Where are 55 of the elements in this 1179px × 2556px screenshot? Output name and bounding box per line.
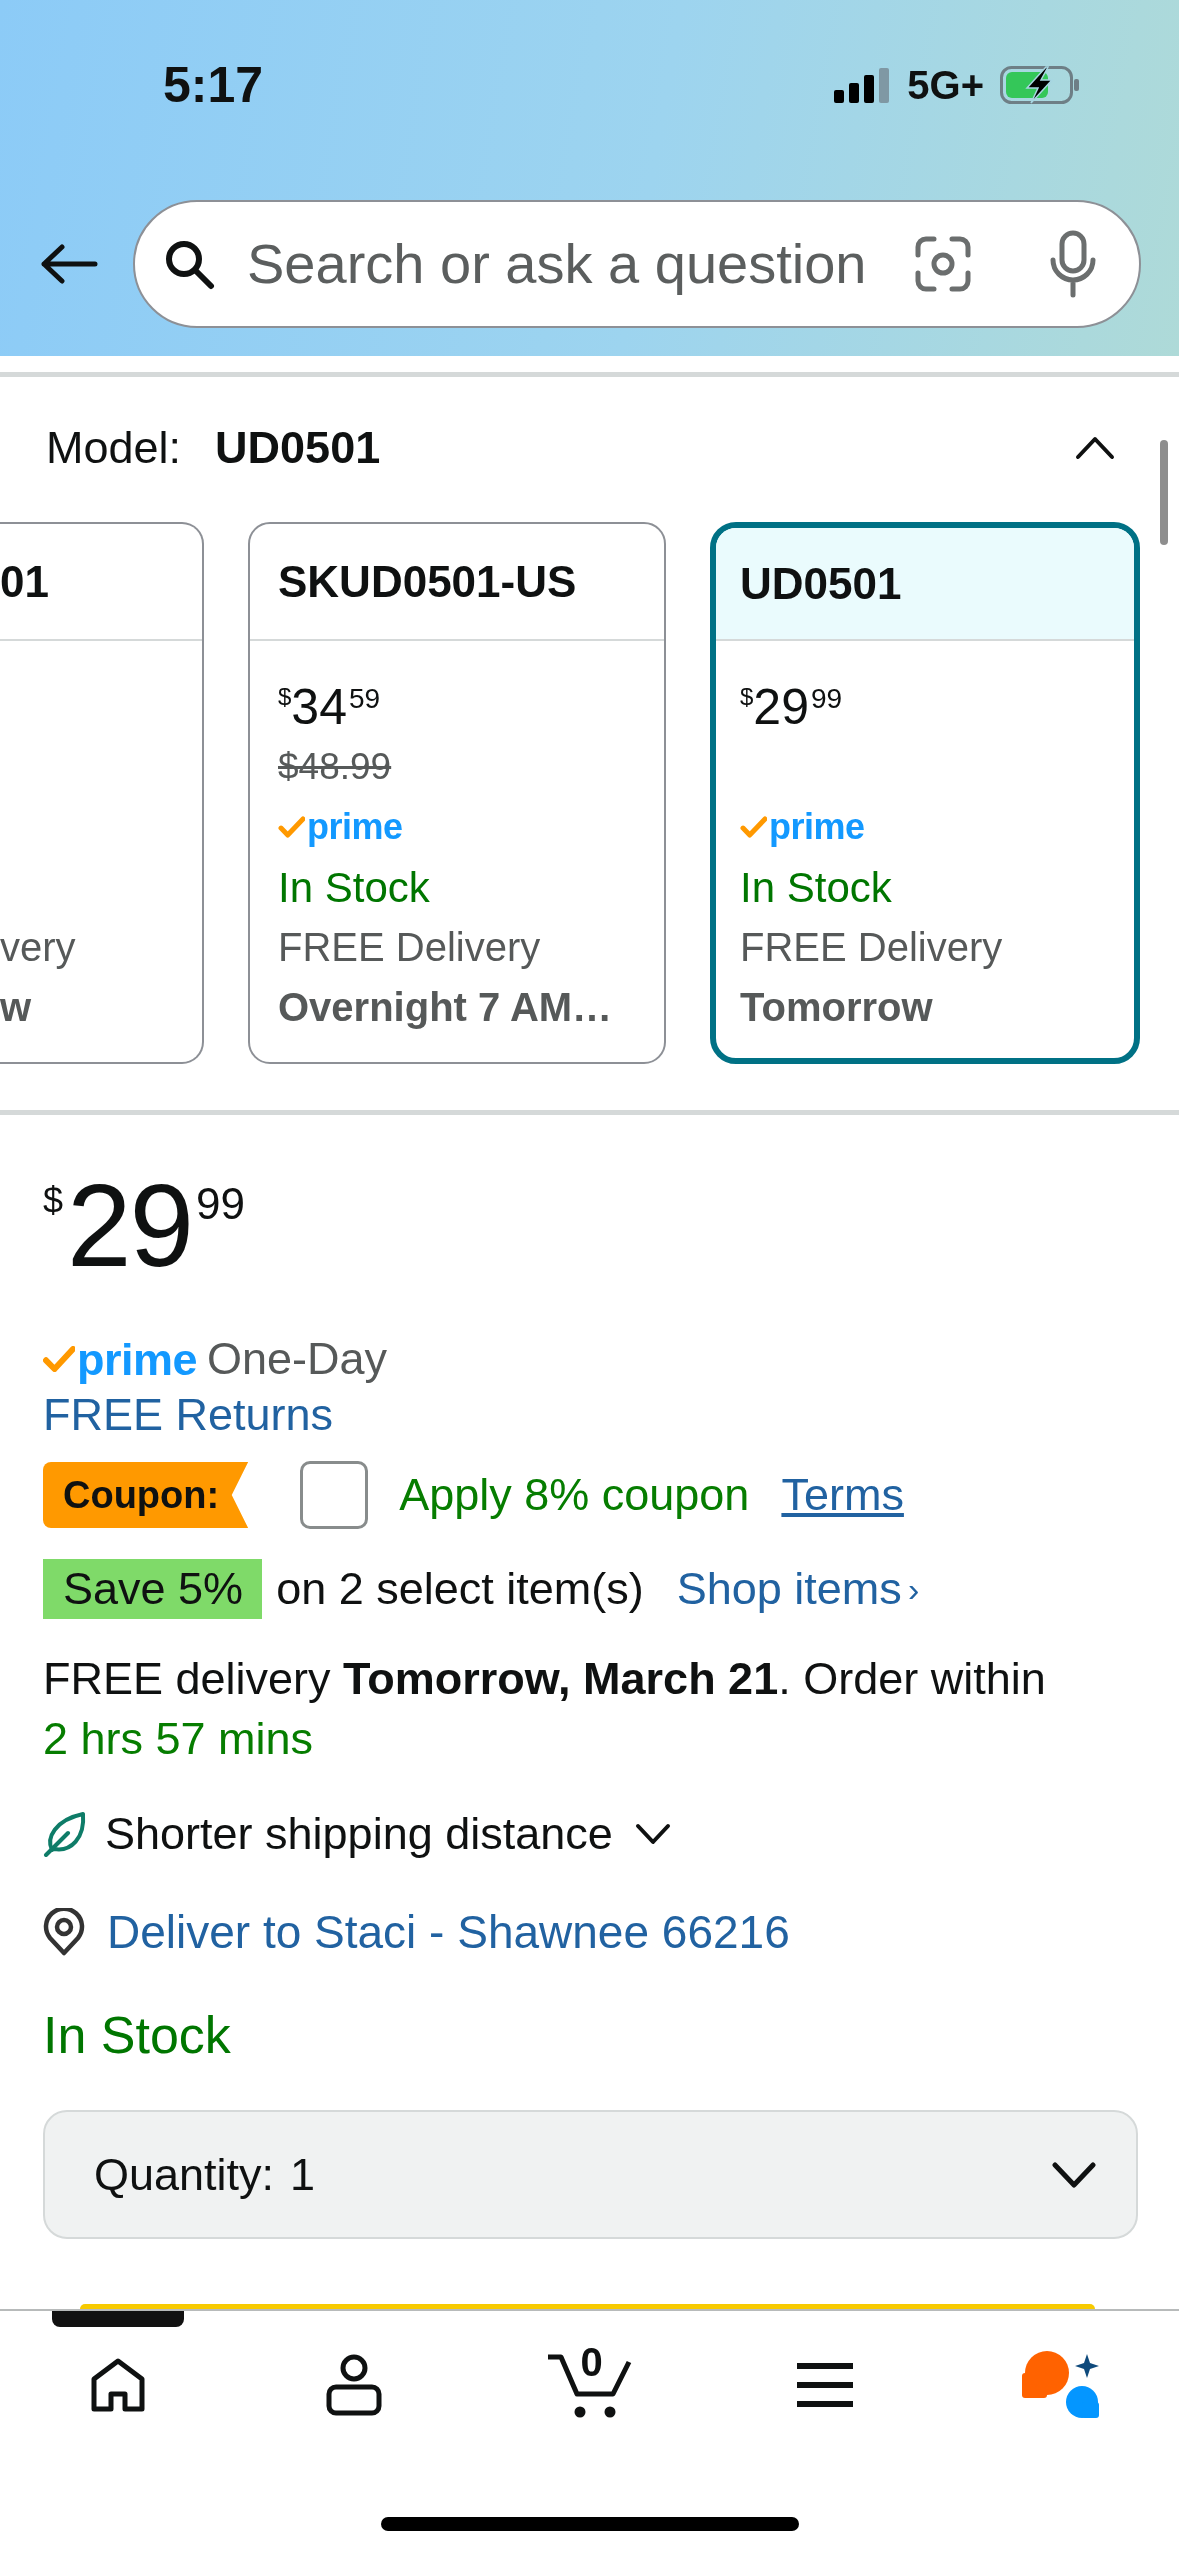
coupon-badge: Coupon:	[43, 1462, 249, 1528]
check-icon	[278, 816, 305, 838]
delivery-label: FREE Delivery	[740, 924, 1003, 971]
terms-link[interactable]: Terms	[781, 1461, 904, 1529]
prime-logo-text: prime	[307, 809, 403, 845]
search-input[interactable]: Search or ask a question	[247, 229, 905, 299]
discount-badge: Save 5%	[43, 1559, 263, 1619]
microphone-icon[interactable]	[1048, 230, 1098, 298]
option-title: 01	[0, 555, 49, 608]
check-icon	[43, 1346, 75, 1372]
checkbox[interactable]	[300, 1461, 369, 1529]
prime-logo-text: prime	[769, 809, 865, 845]
cart-count: 0	[580, 2342, 603, 2382]
leaf-icon	[43, 1811, 87, 1857]
delivery-speed-label: One-Day	[207, 1332, 388, 1387]
stock-status: In Stock	[43, 2005, 231, 2065]
status-time: 5:17	[163, 60, 264, 110]
chevron-up-icon[interactable]	[1075, 436, 1115, 460]
back-icon[interactable]	[40, 244, 98, 284]
chevron-down-icon	[1052, 2161, 1096, 2188]
option-title: UD0501	[740, 557, 902, 610]
shipping-info-toggle[interactable]: Shorter shipping distance	[105, 1800, 671, 1868]
camera-icon[interactable]	[915, 236, 971, 292]
deliver-to-link[interactable]: Deliver to Staci - Shawnee 66216	[107, 1897, 790, 1967]
delivery-date: Overnight 7 AM…	[278, 984, 613, 1031]
model-label: Model:	[46, 421, 182, 476]
home-icon[interactable]	[89, 2358, 146, 2412]
delivery-label: FREE Delivery	[278, 924, 541, 971]
model-option-card[interactable]: 01 very w	[0, 522, 204, 1064]
battery-icon	[1000, 66, 1080, 104]
delivery-message: FREE delivery Tomorrow, March 21. Order within	[43, 1652, 1046, 1706]
delivery-date: Tomorrow	[740, 984, 933, 1031]
network-label: 5G+	[907, 65, 984, 105]
check-icon	[740, 816, 767, 838]
option-title: SKUD0501-US	[278, 555, 577, 608]
quantity-dropdown[interactable]: Quantity: 1	[43, 2110, 1138, 2239]
signal-icon	[834, 67, 892, 103]
search-icon	[163, 238, 215, 290]
stock-status: In Stock	[740, 862, 892, 913]
prime-logo-text: prime	[77, 1336, 198, 1382]
menu-icon[interactable]	[797, 2363, 854, 2407]
location-pin-icon	[43, 1908, 85, 1956]
search-field[interactable]: Search or ask a question	[133, 200, 1141, 328]
promotion-text: on 2 select item(s)	[276, 1562, 644, 1617]
chat-bubbles-icon[interactable]	[1022, 2351, 1101, 2419]
person-icon[interactable]	[325, 2354, 382, 2416]
stock-status: In Stock	[278, 862, 430, 913]
returns-link[interactable]: FREE Returns	[43, 1387, 334, 1443]
list-price: $48.99	[278, 745, 392, 790]
countdown-text: 2 hrs 57 mins	[43, 1712, 314, 1766]
delivery-label: very	[0, 924, 76, 971]
delivery-date: w	[0, 984, 32, 1031]
coupon-label: Apply 8% coupon	[399, 1468, 750, 1523]
shop-items-link[interactable]: Shop items›	[676, 1555, 920, 1623]
model-value: UD0501	[215, 421, 381, 476]
